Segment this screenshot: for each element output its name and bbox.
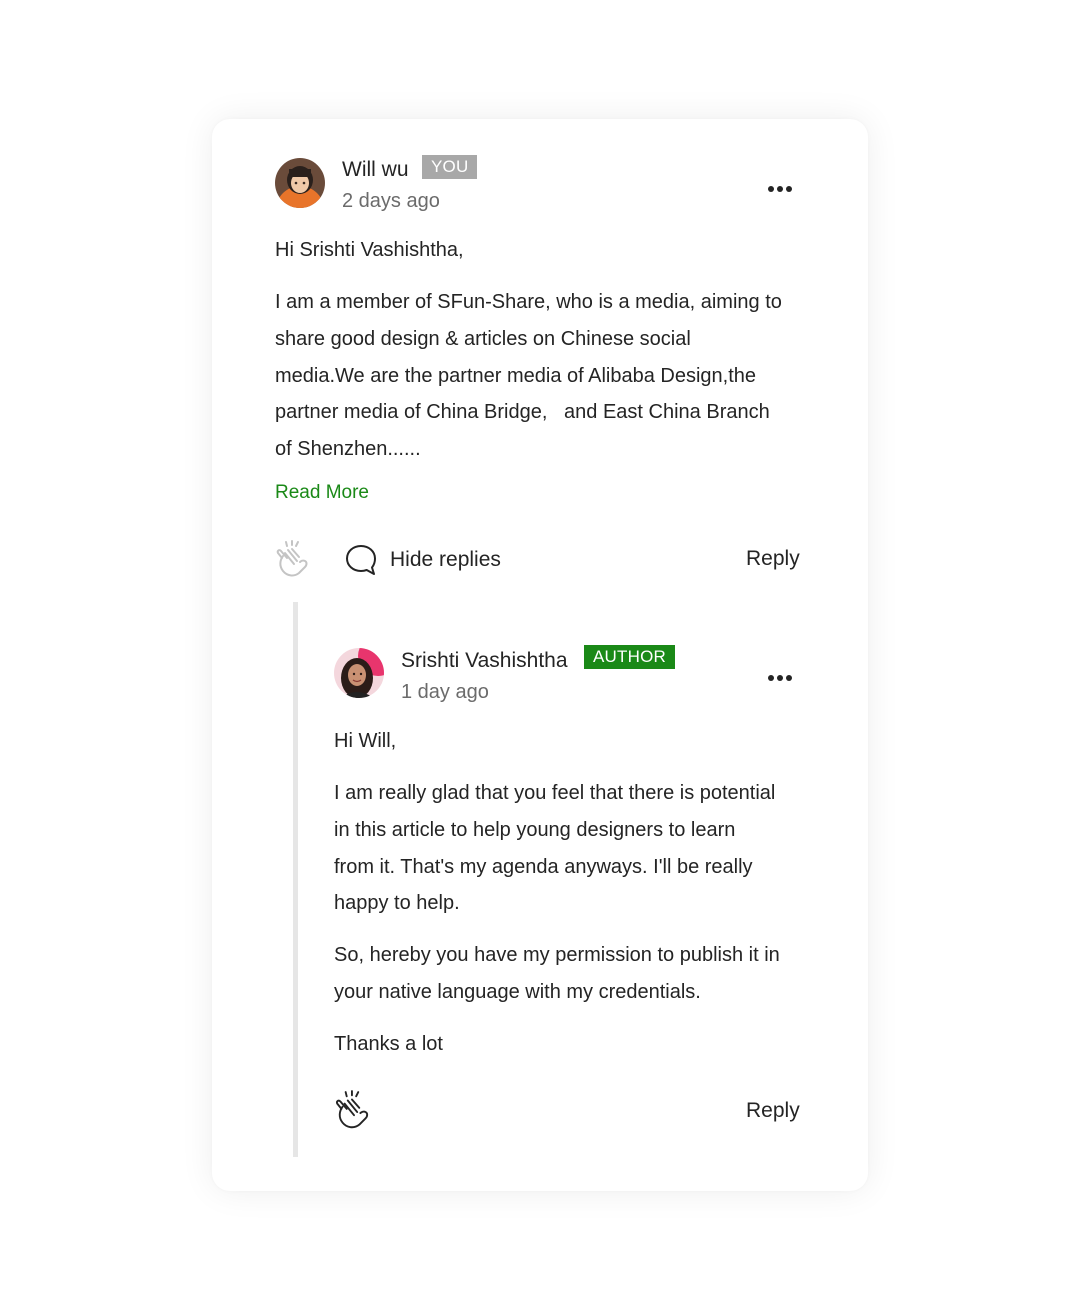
reply-button[interactable]: Reply bbox=[746, 1099, 800, 1123]
reply-timestamp[interactable]: 1 day ago bbox=[401, 681, 489, 704]
you-badge: YOU bbox=[422, 155, 478, 179]
clap-icon[interactable] bbox=[274, 540, 312, 580]
avatar[interactable] bbox=[334, 648, 384, 698]
comment-card: Will wu YOU 2 days ago Hi Srishti Vashis… bbox=[212, 119, 868, 1191]
comment-bubble-icon[interactable] bbox=[344, 543, 378, 577]
comment-body: Hi Srishti Vashishtha, I am a member of … bbox=[275, 232, 835, 468]
reply-paragraph: Hi Will, bbox=[334, 730, 397, 752]
avatar[interactable] bbox=[275, 158, 325, 208]
reply-author-name[interactable]: Srishti Vashishtha bbox=[401, 649, 568, 673]
reply-thread-line bbox=[293, 602, 298, 1157]
read-more-link[interactable]: Read More bbox=[275, 482, 369, 504]
reply-body: Hi Will, I am really glad that you feel … bbox=[334, 723, 854, 1063]
commenter-name[interactable]: Will wu bbox=[342, 158, 409, 182]
reply-button[interactable]: Reply bbox=[746, 547, 800, 571]
comment-paragraph: I am a member of SFun-Share, who is a me… bbox=[275, 290, 782, 461]
hide-replies-button[interactable]: Hide replies bbox=[390, 548, 501, 572]
reply-paragraph: So, hereby you have my permission to pub… bbox=[334, 944, 780, 1004]
clap-icon[interactable] bbox=[333, 1090, 373, 1132]
more-options-icon[interactable] bbox=[768, 668, 796, 681]
reply-paragraph: I am really glad that you feel that ther… bbox=[334, 781, 776, 915]
comment-timestamp[interactable]: 2 days ago bbox=[342, 190, 440, 213]
author-badge: AUTHOR bbox=[584, 645, 675, 669]
comment-paragraph: Hi Srishti Vashishtha, bbox=[275, 239, 464, 261]
reply-paragraph: Thanks a lot bbox=[334, 1033, 443, 1056]
more-options-icon[interactable] bbox=[768, 179, 796, 192]
